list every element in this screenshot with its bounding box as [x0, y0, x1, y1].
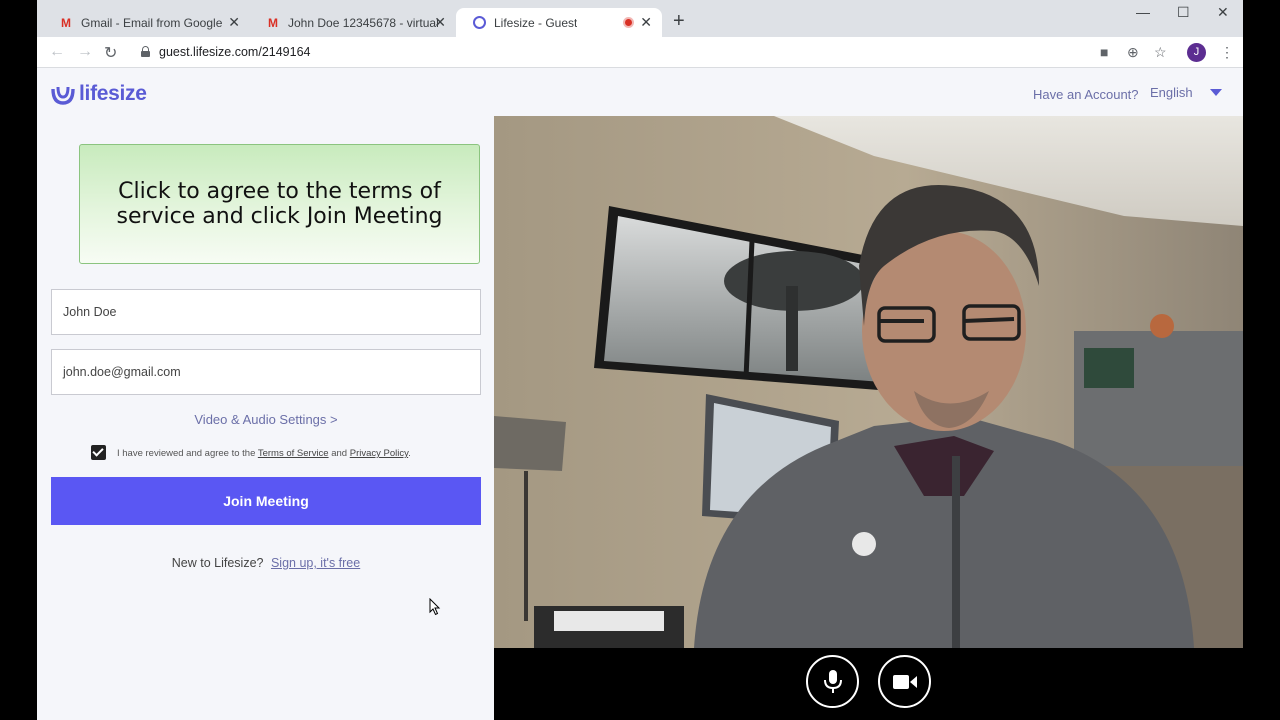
terms-checkbox[interactable] [91, 445, 106, 460]
privacy-policy-link[interactable]: Privacy Policy [350, 448, 408, 459]
browser-window: M Gmail - Email from Google ✕ M John Doe… [37, 0, 1243, 720]
back-icon[interactable]: ← [49, 43, 65, 61]
forward-icon[interactable]: → [77, 43, 93, 61]
terms-agreement-text: I have reviewed and agree to the Terms o… [117, 448, 411, 459]
reload-icon[interactable]: ↻ [104, 43, 117, 63]
tab-lifesize[interactable]: Lifesize - Guest ✕ [456, 8, 662, 37]
instruction-callout: Click to agree to the terms of service a… [79, 144, 480, 264]
language-select[interactable]: English [1150, 85, 1193, 100]
camera-permission-icon[interactable]: ■ [1100, 44, 1108, 60]
signup-link[interactable]: Sign up, it's free [271, 556, 360, 570]
install-app-icon[interactable]: ⊕ [1127, 44, 1139, 61]
video-audio-settings-link[interactable]: Video & Audio Settings > [37, 412, 495, 427]
name-field[interactable]: John Doe [51, 289, 481, 335]
gmail-icon: M [268, 15, 278, 30]
lifesize-icon [472, 16, 486, 30]
lifesize-guest-page: lifesize Have an Account? English Click … [37, 68, 1243, 720]
tab-gmail[interactable]: M Gmail - Email from Google ✕ [43, 8, 250, 37]
camera-preview-image [494, 116, 1243, 648]
agree-prefix: I have reviewed and agree to the [117, 448, 256, 459]
lifesize-logo[interactable]: lifesize [51, 82, 147, 106]
camera-button[interactable] [878, 655, 931, 708]
email-field[interactable]: john.doe@gmail.com [51, 349, 481, 395]
microphone-button[interactable] [806, 655, 859, 708]
lock-icon[interactable] [141, 46, 150, 57]
terms-of-service-link[interactable]: Terms of Service [258, 448, 329, 459]
bookmark-star-icon[interactable]: ☆ [1154, 44, 1167, 61]
call-controls-bar [494, 648, 1243, 720]
recording-indicator-icon [623, 17, 634, 28]
logo-text: lifesize [79, 82, 147, 105]
agree-suffix: . [408, 448, 411, 459]
camera-preview [494, 116, 1243, 648]
menu-kebab-icon[interactable]: ⋮ [1220, 44, 1234, 61]
new-to-lifesize-text: New to Lifesize? [171, 556, 264, 570]
close-icon[interactable]: ✕ [228, 14, 240, 31]
lifesize-logo-icon [51, 83, 75, 105]
tab-strip: M Gmail - Email from Google ✕ M John Doe… [37, 0, 1243, 37]
callout-text: Click to agree to the terms of service a… [116, 179, 443, 229]
have-account-link[interactable]: Have an Account? [1033, 87, 1139, 102]
and-text: and [331, 448, 348, 459]
minimize-icon[interactable]: — [1136, 4, 1150, 20]
profile-avatar[interactable]: J [1187, 43, 1206, 62]
address-toolbar: ← → ↻ guest.lifesize.com/2149164 ■ ⊕ ☆ J… [37, 37, 1243, 68]
new-tab-button[interactable]: + [673, 10, 685, 33]
signup-row: New to Lifesize? Sign up, it's free [37, 556, 495, 570]
close-icon[interactable]: ✕ [640, 14, 652, 31]
maximize-icon[interactable]: ☐ [1177, 4, 1190, 21]
join-meeting-button[interactable]: Join Meeting [51, 477, 481, 525]
window-close-icon[interactable]: ✕ [1217, 4, 1229, 21]
tab-title: Lifesize - Guest [494, 15, 578, 30]
mouse-cursor-icon [429, 598, 441, 616]
address-bar[interactable]: guest.lifesize.com/2149164 [159, 45, 310, 59]
video-camera-icon [892, 674, 917, 689]
microphone-icon [823, 669, 842, 693]
chevron-down-icon[interactable] [1210, 89, 1222, 96]
gmail-icon: M [61, 15, 71, 30]
tab-title: Gmail - Email from Google [81, 15, 223, 30]
close-icon[interactable]: ✕ [434, 14, 446, 31]
tab-title: John Doe 12345678 - virtual.visit [288, 15, 438, 30]
tab-gmail-visit[interactable]: M John Doe 12345678 - virtual.visit ✕ [250, 8, 456, 37]
